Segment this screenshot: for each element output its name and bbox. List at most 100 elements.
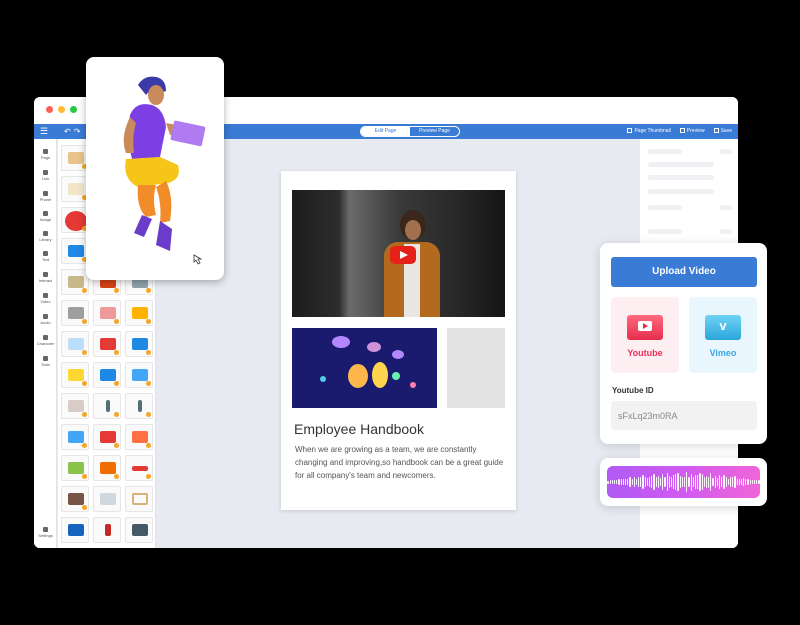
star-icon bbox=[146, 319, 151, 324]
wave-bar bbox=[708, 476, 710, 488]
undo-redo-icons[interactable]: ↶↷ bbox=[64, 126, 83, 137]
maximize-dot[interactable] bbox=[70, 106, 77, 113]
rail-item-video[interactable]: Video bbox=[34, 293, 57, 304]
preview-page-tab[interactable]: Preview Page bbox=[410, 127, 459, 136]
van-icon bbox=[132, 307, 148, 319]
wave-bar bbox=[684, 476, 686, 488]
asset-tile[interactable] bbox=[93, 517, 121, 543]
wave-bar bbox=[727, 478, 729, 486]
rail-item-text[interactable]: Text bbox=[34, 251, 57, 262]
bus-icon bbox=[68, 369, 84, 381]
road-icon bbox=[68, 338, 84, 350]
star-icon bbox=[114, 381, 119, 386]
asset-tile[interactable] bbox=[125, 362, 153, 388]
wave-bar bbox=[736, 478, 738, 486]
asset-tile[interactable] bbox=[61, 362, 89, 388]
rail-item-phone[interactable]: Phone bbox=[34, 191, 57, 202]
close-dot[interactable] bbox=[46, 106, 53, 113]
rail-item-character[interactable]: Character bbox=[34, 335, 57, 346]
menu-icon[interactable]: ☰ bbox=[40, 126, 48, 137]
youtube-id-input[interactable] bbox=[611, 401, 757, 430]
asset-tile[interactable] bbox=[93, 393, 121, 419]
asset-tile[interactable] bbox=[61, 300, 89, 326]
asset-tile[interactable] bbox=[93, 362, 121, 388]
video-icon bbox=[43, 293, 48, 298]
settings-icon bbox=[43, 527, 48, 532]
signal-post-icon bbox=[138, 400, 142, 412]
rail-item-link[interactable]: Link bbox=[34, 170, 57, 181]
asset-tile[interactable] bbox=[61, 238, 89, 264]
asset-tile[interactable] bbox=[61, 486, 89, 512]
wave-bar bbox=[670, 477, 673, 487]
asset-tile[interactable] bbox=[125, 517, 153, 543]
asset-tile[interactable] bbox=[125, 300, 153, 326]
page-mode-toggle: Edit Page Preview Page bbox=[360, 126, 460, 137]
edit-page-tab[interactable]: Edit Page bbox=[361, 127, 410, 136]
wave-bar bbox=[646, 477, 648, 487]
asset-tile[interactable] bbox=[61, 424, 89, 450]
rail-item-settings[interactable]: Settings bbox=[34, 527, 57, 538]
asset-tile[interactable] bbox=[125, 331, 153, 357]
rail-item-library[interactable]: Library bbox=[34, 231, 57, 242]
asset-tile[interactable] bbox=[61, 176, 89, 202]
rail-item-audio[interactable]: Audio bbox=[34, 314, 57, 325]
asset-tile[interactable] bbox=[93, 331, 121, 357]
play-icon[interactable] bbox=[390, 246, 416, 264]
page-thumbnail-button[interactable]: Page Thumbnail bbox=[627, 127, 671, 136]
rail-item-image[interactable]: Image bbox=[34, 211, 57, 222]
save-button[interactable]: Save bbox=[713, 127, 732, 136]
image-placeholder bbox=[447, 328, 505, 408]
wave-bar bbox=[721, 476, 723, 488]
wave-bar bbox=[692, 477, 694, 487]
asset-tile[interactable] bbox=[61, 393, 89, 419]
vimeo-option[interactable]: v Vimeo bbox=[689, 297, 757, 373]
preview-button[interactable]: Preview bbox=[679, 127, 705, 136]
asset-tile[interactable] bbox=[61, 269, 89, 295]
asset-tile[interactable] bbox=[61, 331, 89, 357]
asset-tile[interactable] bbox=[93, 455, 121, 481]
rail-item-page[interactable]: Page bbox=[34, 149, 57, 160]
placeholder-line bbox=[720, 229, 732, 234]
rail-item-tools[interactable]: Tools bbox=[34, 356, 57, 367]
wave-bar bbox=[635, 478, 638, 486]
asset-tile[interactable] bbox=[61, 455, 89, 481]
star-icon bbox=[82, 412, 87, 417]
wave-bar bbox=[723, 475, 725, 489]
asset-tile[interactable] bbox=[61, 517, 89, 543]
page-description: When we are growing as a team, we are co… bbox=[295, 445, 504, 480]
dot-shape bbox=[410, 382, 416, 388]
asset-tile[interactable] bbox=[61, 207, 89, 233]
police-car-icon bbox=[68, 307, 84, 319]
video-thumbnail[interactable] bbox=[292, 190, 505, 317]
wave-bar bbox=[694, 475, 697, 489]
asset-tile[interactable] bbox=[61, 145, 89, 171]
rail-item-interact[interactable]: Interact bbox=[34, 272, 57, 283]
asset-tile[interactable] bbox=[93, 300, 121, 326]
asset-tile[interactable] bbox=[93, 424, 121, 450]
audio-waveform[interactable] bbox=[607, 466, 760, 498]
audio-card[interactable] bbox=[600, 458, 767, 506]
upload-video-button[interactable]: Upload Video bbox=[611, 257, 757, 287]
wave-bar bbox=[659, 477, 662, 487]
star-icon bbox=[146, 412, 151, 417]
youtube-option[interactable]: Youtube bbox=[611, 297, 679, 373]
blue-car-icon bbox=[132, 369, 148, 381]
minimize-dot[interactable] bbox=[58, 106, 65, 113]
scooter-icon bbox=[68, 245, 84, 257]
asset-tile[interactable] bbox=[125, 424, 153, 450]
star-icon bbox=[146, 474, 151, 479]
wave-bar bbox=[697, 474, 699, 490]
asset-tile[interactable] bbox=[125, 393, 153, 419]
placeholder-line bbox=[720, 205, 732, 210]
asset-tile[interactable] bbox=[125, 455, 153, 481]
wave-bar bbox=[732, 477, 734, 487]
wave-bar bbox=[616, 479, 618, 485]
bike-icon bbox=[68, 400, 84, 412]
team-illustration bbox=[292, 328, 437, 408]
asset-tile[interactable] bbox=[125, 486, 153, 512]
character-card[interactable] bbox=[86, 57, 224, 280]
fire-hydrant-icon bbox=[105, 524, 111, 536]
asset-tile[interactable] bbox=[93, 486, 121, 512]
library-icon bbox=[43, 231, 48, 236]
wave-bar bbox=[725, 477, 727, 487]
